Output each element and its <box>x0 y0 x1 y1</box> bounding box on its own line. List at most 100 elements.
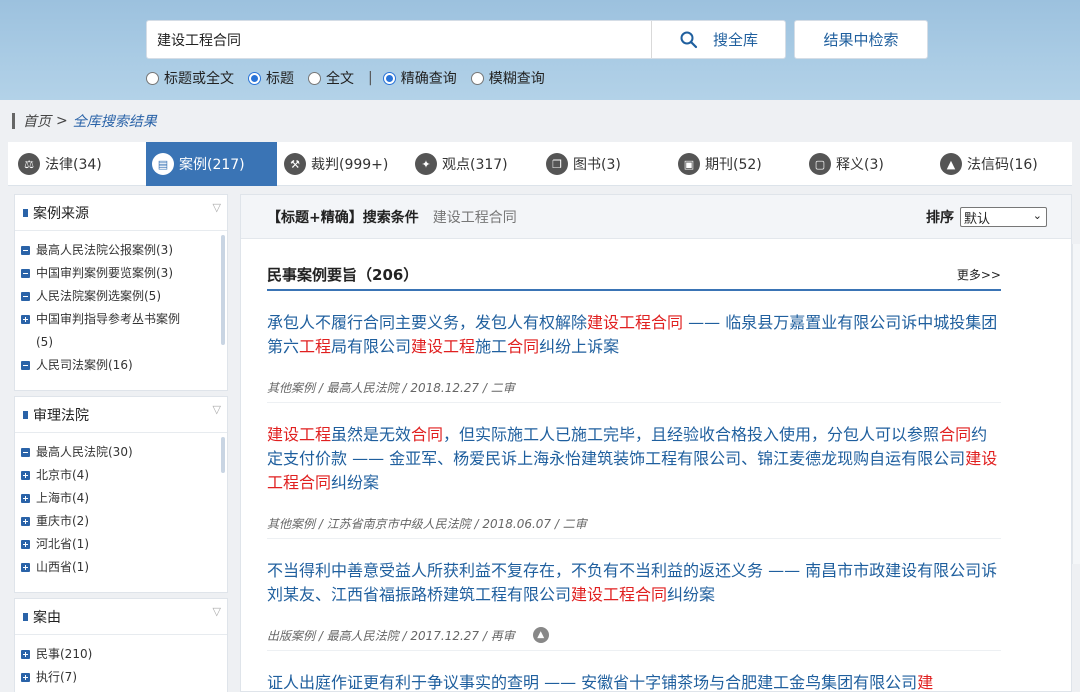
chevron-down-icon[interactable]: ▽ <box>213 605 221 618</box>
filter-item[interactable]: 人民法院案例选案例(5) <box>21 285 227 308</box>
expand-icon <box>21 494 30 503</box>
filter-item[interactable]: 上海市(4) <box>21 487 227 510</box>
title-text: 纠纷案 <box>331 473 380 492</box>
chevron-down-icon[interactable]: ▽ <box>213 201 221 214</box>
filter-item[interactable]: 重庆市(2) <box>21 510 227 533</box>
filter-label: 最高人民法院(30) <box>36 445 133 459</box>
filter-label: 重庆市(2) <box>36 514 89 528</box>
panel-scrollbar[interactable] <box>221 437 225 473</box>
mode-exact[interactable]: 精确查询 <box>382 68 457 88</box>
chevron-down-icon: ⌄ <box>1032 209 1042 222</box>
filter-item[interactable]: 民事(210) <box>21 643 227 666</box>
filter-label: 执行(7) <box>36 670 77 684</box>
search-header: 搜全库 结果中检索 标题或全文 标题 全文 | 精确查询 模糊查询 <box>0 0 1080 100</box>
chevron-down-icon[interactable]: ▽ <box>213 403 221 416</box>
search-input[interactable] <box>147 21 651 58</box>
radio-icon <box>470 71 484 85</box>
filter-label: 河北省(1) <box>36 537 89 551</box>
filter-court: 审理法院 ▽ 最高人民法院(30) 北京市(4) 上海市(4) 重庆市(2) 河… <box>14 396 228 593</box>
filter-item[interactable]: 山西省(1) <box>21 556 227 579</box>
doc-icon: ▢ <box>809 153 831 175</box>
scale-icon: ⚖ <box>18 153 40 175</box>
option-label: 全文 <box>326 71 354 87</box>
panel-scrollbar[interactable] <box>221 235 225 345</box>
square-bullet-icon <box>23 208 28 217</box>
sort-label: 排序 <box>926 210 954 226</box>
tab-label: 法信码(16) <box>967 157 1038 173</box>
sort-value: 默认 <box>964 211 991 227</box>
tab-label: 裁判(999+) <box>311 157 389 173</box>
panel-header[interactable]: 案由 ▽ <box>15 599 227 635</box>
expand-icon <box>21 517 30 526</box>
case-meta-text: 其他案例 / 江苏省南京市中级人民法院 / 2018.06.07 / 二审 <box>267 516 587 531</box>
tab-books[interactable]: ❐ 图书(3) <box>540 142 670 186</box>
scope-title[interactable]: 标题 <box>248 68 294 88</box>
case-title-link[interactable]: 证人出庭作证更有利于争议事实的查明 —— 安徽省十字铺茶场与合肥建工金鸟集团有限… <box>267 671 1001 692</box>
search-all-label: 搜全库 <box>712 31 758 49</box>
radio-icon <box>308 71 321 85</box>
case-item: 证人出庭作证更有利于争议事实的查明 —— 安徽省十字铺茶场与合肥建工金鸟集团有限… <box>267 671 1001 692</box>
tab-law[interactable]: ⚖ 法律(34) <box>12 142 142 186</box>
scope-fulltext[interactable]: 全文 <box>308 68 354 88</box>
highlight-term: 合同 <box>939 425 972 444</box>
collapse-icon <box>21 269 30 278</box>
filter-label: 上海市(4) <box>36 491 89 505</box>
highlight-term: 建 <box>917 673 934 692</box>
tab-interpretation[interactable]: ▢ 释义(3) <box>803 142 933 186</box>
scope-title-or-fulltext[interactable]: 标题或全文 <box>146 68 234 88</box>
filter-label: 人民司法案例(16) <box>36 358 133 372</box>
tab-judgment[interactable]: ⚒ 裁判(999+) <box>278 142 408 186</box>
breadcrumb-home[interactable]: 首页 <box>23 111 51 131</box>
filter-item[interactable]: 中国审判指导参考丛书案例 (5) <box>21 308 227 354</box>
case-item: 不当得利中善意受益人所获利益不复存在，不负有不当利益的返还义务 —— 南昌市市政… <box>267 559 1001 651</box>
expand-icon <box>21 471 30 480</box>
case-meta-text: 其他案例 / 最高人民法院 / 2018.12.27 / 二审 <box>267 380 515 395</box>
expand-icon <box>21 650 30 659</box>
condition-label: 【标题+精确】搜索条件 <box>267 209 419 226</box>
filter-label-count: (5) <box>36 335 53 349</box>
section-header: 民事案例要旨（206） 更多>> <box>267 259 1001 291</box>
condition-value: 建设工程合同 <box>432 209 517 226</box>
filter-item[interactable]: 北京市(4) <box>21 464 227 487</box>
case-title-link[interactable]: 建设工程虽然是无效合同，但实际施工人已施工完毕，且经验收合格投入使用，分包人可以… <box>267 423 1001 495</box>
tab-case[interactable]: ▤ 案例(217) <box>146 142 277 186</box>
title-text: 纠纷上诉案 <box>539 337 620 356</box>
filter-item[interactable]: 人民司法案例(16) <box>21 354 227 377</box>
journal-icon: ▣ <box>678 153 700 175</box>
search-options: 标题或全文 标题 全文 | 精确查询 模糊查询 <box>146 68 559 88</box>
breadcrumb-separator: > <box>56 113 68 129</box>
more-link[interactable]: 更多>> <box>957 266 1001 283</box>
tab-faxin-code[interactable]: ▲ 法信码(16) <box>934 142 1064 186</box>
search-in-results-button[interactable]: 结果中检索 <box>794 20 928 59</box>
case-title-link[interactable]: 承包人不履行合同主要义务，发包人有权解除建设工程合同 —— 临泉县万嘉置业有限公… <box>267 311 1001 359</box>
filter-item[interactable]: 河北省(1) <box>21 533 227 556</box>
case-title-link[interactable]: 不当得利中善意受益人所获利益不复存在，不负有不当利益的返还义务 —— 南昌市市政… <box>267 559 1001 607</box>
gavel-icon: ⚒ <box>284 153 306 175</box>
filter-item[interactable]: 执行(7) <box>21 666 227 689</box>
case-item: 建设工程虽然是无效合同，但实际施工人已施工完毕，且经验收合格投入使用，分包人可以… <box>267 423 1001 539</box>
breadcrumb-current[interactable]: 全库搜索结果 <box>73 111 157 131</box>
mode-fuzzy[interactable]: 模糊查询 <box>470 68 545 88</box>
expand-icon <box>21 315 30 324</box>
panel-header[interactable]: 审理法院 ▽ <box>15 397 227 433</box>
filter-item[interactable]: 中国审判案例要览案例(3) <box>21 262 227 285</box>
bulb-icon: ✦ <box>415 153 437 175</box>
page-scrollbar[interactable] <box>1072 244 1080 564</box>
tab-label: 案例(217) <box>179 157 245 173</box>
option-label: 标题 <box>266 71 294 87</box>
tab-opinion[interactable]: ✦ 观点(317) <box>409 142 539 186</box>
title-text: 虽然是无效 <box>331 425 412 444</box>
filter-item[interactable]: 最高人民法院(30) <box>21 441 227 464</box>
filter-item[interactable]: 最高人民法院公报案例(3) <box>21 239 227 262</box>
panel-list: 最高人民法院公报案例(3) 中国审判案例要览案例(3) 人民法院案例选案例(5)… <box>15 231 227 386</box>
filter-cause: 案由 ▽ 民事(210) 执行(7) <box>14 598 228 692</box>
highlight-term: 建设工程合同 <box>587 313 684 332</box>
tab-journals[interactable]: ▣ 期刊(52) <box>672 142 802 186</box>
search-all-button[interactable]: 搜全库 <box>652 21 785 58</box>
square-bullet-icon <box>23 410 28 419</box>
radio-icon <box>248 71 261 85</box>
case-icon: ▤ <box>152 153 174 175</box>
sort-select[interactable]: 默认 ⌄ <box>960 207 1047 227</box>
panel-header[interactable]: 案例来源 ▽ <box>15 195 227 231</box>
publication-icon[interactable]: ▲ <box>532 627 549 643</box>
